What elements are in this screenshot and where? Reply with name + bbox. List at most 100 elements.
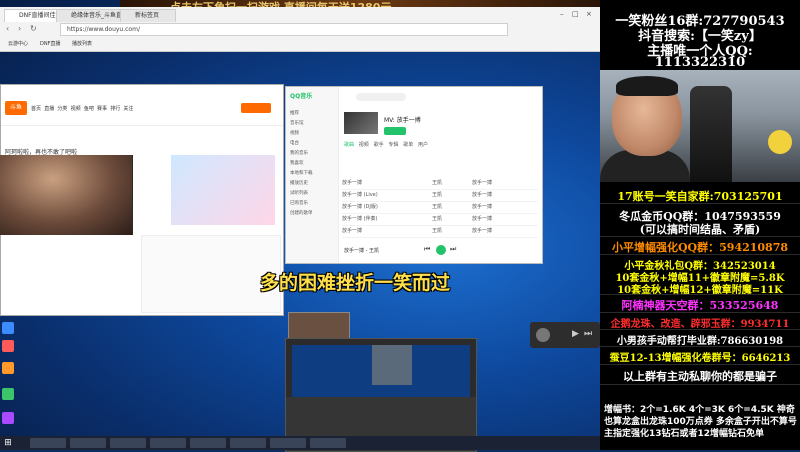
close-icon[interactable]: × [586, 10, 592, 18]
song-album: 放手一搏 [472, 216, 493, 222]
refresh-icon[interactable]: ↻ [30, 24, 37, 33]
music-now-title: MV: 放手一搏 [384, 117, 421, 124]
bookmark-item[interactable]: 云游中心 [8, 40, 28, 47]
minimize-icon[interactable]: – [560, 10, 564, 18]
nav-item[interactable]: 首页 [31, 106, 41, 112]
info-line: 小平增幅强化QQ群：594210878 [611, 241, 789, 254]
desktop-app-icon[interactable] [2, 412, 14, 424]
sidebar-item[interactable]: 已购音乐 [290, 199, 313, 209]
sidebar-item[interactable]: 我喜欢 [290, 159, 313, 169]
nav-item[interactable]: 关注 [123, 106, 133, 112]
nav-item[interactable]: 分类 [57, 106, 67, 112]
sidebar-item[interactable]: 电台 [290, 139, 313, 149]
taskbar-item[interactable] [190, 438, 226, 448]
danmu-text: 多的困难挫折一笑而过 [260, 272, 451, 294]
bookmarks-bar: 云游中心 DNF直播 播放列表 [0, 37, 600, 49]
desktop-app-icon[interactable] [2, 388, 14, 400]
music-sidebar: QQ音乐 推荐 音乐馆 视频 电台 我的音乐 我喜欢 本地和下载 播放历史 试听… [286, 87, 339, 263]
sidebar-item[interactable]: 本地和下载 [290, 169, 313, 179]
music-tab[interactable]: 歌手 [374, 142, 384, 148]
avatar [536, 328, 550, 342]
next-icon[interactable]: ⏭ [450, 245, 456, 254]
bookmark-item[interactable]: 播放列表 [72, 40, 92, 47]
info-line: 企鹅龙珠、改造、辟邪玉群：9934711 [610, 319, 790, 330]
divider [600, 384, 800, 385]
info-line: 以上群有主动私聊你的都是骗子 [623, 370, 777, 383]
back-icon[interactable]: ‹ [6, 24, 9, 33]
nav-item[interactable]: 鱼吧 [84, 106, 94, 112]
login-button[interactable] [241, 103, 271, 113]
browser-window: DNF直播间佳佳5810 绝缘体音乐_斗鱼直播 新标签页 ‹ › ↻ https… [0, 7, 600, 52]
music-window: QQ音乐 推荐 音乐馆 视频 电台 我的音乐 我喜欢 本地和下载 播放历史 试听… [285, 86, 543, 264]
song-artist: 王凯 [432, 228, 443, 234]
nav-item[interactable]: 视频 [71, 106, 81, 112]
music-tab[interactable]: 歌单 [403, 142, 413, 148]
webcam-toy [768, 130, 792, 154]
taskbar-item[interactable] [30, 438, 66, 448]
taskbar-item[interactable] [230, 438, 266, 448]
music-tab[interactable]: 用户 [418, 142, 428, 148]
douyu-logo[interactable]: 斗鱼 [5, 101, 27, 115]
taskbar-item[interactable] [150, 438, 186, 448]
info-line: 1113322310 [654, 55, 746, 70]
sidebar-item[interactable]: 创建的歌单 [290, 209, 313, 219]
play-icon[interactable]: ▶ [572, 329, 579, 339]
song-row[interactable]: 放手一搏 王凯 放手一搏 [342, 225, 538, 238]
desktop-app-icon[interactable] [2, 322, 14, 334]
info-line: 小男孩手动帮打毕业群:786630198 [616, 336, 784, 347]
douyu-nav: 首页 直播 分类 视频 鱼吧 赛事 排行 关注 [31, 105, 133, 112]
song-artist: 王凯 [432, 192, 443, 198]
music-tab[interactable]: 歌曲 [344, 142, 354, 148]
info-line: 17账号一笑自家群:703125701 [617, 190, 783, 203]
sidebar-item[interactable]: 推荐 [290, 109, 313, 119]
song-name: 放手一搏 (DJ版) [342, 204, 378, 210]
song-artist: 王凯 [432, 216, 443, 222]
music-logo: QQ音乐 [290, 93, 313, 100]
info-footer: 增幅书：2个=1.6K 4个=3K 6个=4.5K 神奇也算龙盒出龙珠100万点… [604, 405, 797, 439]
music-tab[interactable]: 视频 [359, 142, 369, 148]
album-cover [344, 112, 378, 134]
preview-thumbnail [372, 345, 412, 385]
play-all-button[interactable] [384, 127, 406, 135]
sidebar-item[interactable]: 我的音乐 [290, 149, 313, 159]
sidebar-item[interactable]: 视频 [290, 129, 313, 139]
song-artist: 王凯 [432, 204, 443, 210]
taskbar-item[interactable] [310, 438, 346, 448]
player-song: 放手一搏 - 王凯 [344, 248, 379, 254]
divider [600, 203, 800, 204]
prev-icon[interactable]: ⏮ [424, 245, 430, 254]
song-name: 放手一搏 (Live) [342, 192, 378, 198]
next-icon[interactable]: ⏭ [584, 329, 592, 339]
song-album: 放手一搏 [472, 192, 493, 198]
song-album: 放手一搏 [472, 228, 493, 234]
music-search-input[interactable] [356, 93, 406, 101]
divider [600, 236, 800, 237]
play-button[interactable] [436, 245, 446, 255]
sidebar-item[interactable]: 试听列表 [290, 189, 313, 199]
browser-tab[interactable]: 新标签页 [120, 9, 176, 22]
taskbar-item[interactable] [70, 438, 106, 448]
divider [600, 294, 800, 295]
music-tab[interactable]: 专辑 [388, 142, 398, 148]
taskbar-item[interactable] [110, 438, 146, 448]
taskbar-item[interactable] [270, 438, 306, 448]
bookmark-item[interactable]: DNF直播 [40, 40, 60, 47]
song-name: 放手一搏 [342, 180, 363, 186]
streamer-video [0, 155, 132, 235]
maximize-icon[interactable]: □ [572, 10, 579, 18]
desktop-app-icon[interactable] [2, 340, 14, 352]
info-line: 阿楠神器天空群：533525648 [621, 299, 779, 312]
nav-item[interactable]: 赛事 [97, 106, 107, 112]
divider [600, 312, 800, 313]
address-bar[interactable]: https://www.douyu.com/ [60, 23, 508, 36]
sidebar-item[interactable]: 播放历史 [290, 179, 313, 189]
windows-start-icon[interactable]: ⊞ [2, 437, 14, 449]
douyu-header: 斗鱼 首页 直播 分类 视频 鱼吧 赛事 排行 关注 [1, 85, 283, 126]
music-sidebar-list: 推荐 音乐馆 视频 电台 我的音乐 我喜欢 本地和下载 播放历史 试听列表 已购… [290, 109, 313, 219]
sidebar-item[interactable]: 音乐馆 [290, 119, 313, 129]
song-name: 放手一搏 [342, 228, 363, 234]
desktop-app-icon[interactable] [2, 362, 14, 374]
nav-item[interactable]: 直播 [44, 106, 54, 112]
nav-item[interactable]: 排行 [110, 106, 120, 112]
forward-icon[interactable]: › [18, 24, 21, 33]
